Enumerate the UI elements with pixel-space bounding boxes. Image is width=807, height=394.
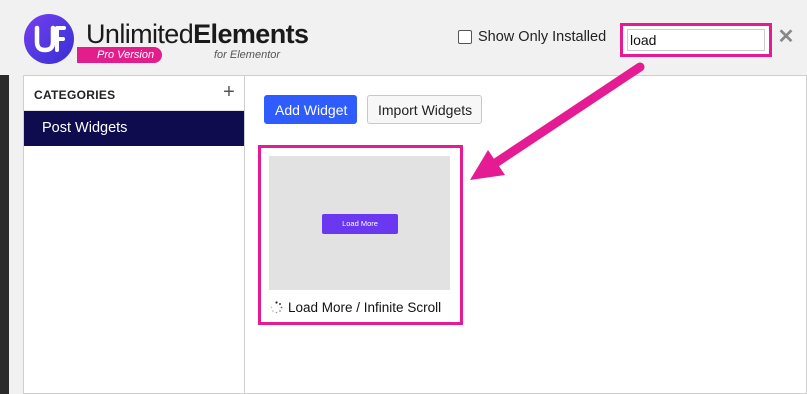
add-widget-button[interactable]: Add Widget	[264, 95, 357, 124]
show-only-installed-checkbox[interactable]	[458, 30, 472, 44]
thumbnail-load-more-button: Load More	[322, 214, 398, 234]
spinner-icon	[270, 300, 283, 314]
left-edge-strip	[0, 75, 9, 394]
brand-subtitle: for Elementor	[214, 49, 281, 61]
import-widgets-button[interactable]: Import Widgets	[367, 95, 482, 124]
brand-name-part2: Elements	[193, 19, 309, 49]
categories-sidebar: CATEGORIES + Post Widgets	[24, 76, 245, 393]
close-icon[interactable]: ✕	[777, 27, 795, 47]
brand-name-part1: Unlimited	[86, 19, 194, 49]
show-only-installed-label: Show Only Installed	[478, 29, 607, 45]
widgets-content: Add Widget Import Widgets Load More Load…	[245, 76, 806, 393]
plus-icon[interactable]: +	[220, 82, 238, 102]
sidebar-item-post-widgets[interactable]: Post Widgets	[24, 111, 244, 146]
unlimited-elements-logo-icon	[24, 14, 74, 64]
show-only-installed-toggle[interactable]: Show Only Installed	[458, 28, 606, 46]
widget-thumbnail: Load More	[269, 156, 450, 290]
widget-title: Load More / Infinite Scroll	[288, 299, 442, 315]
widget-title-row: Load More / Infinite Scroll	[270, 298, 441, 316]
widget-library-screen: UnlimitedElements Pro Version for Elemen…	[0, 0, 807, 394]
widget-card[interactable]: Load More Load More / Infinite Scroll	[258, 145, 463, 325]
widget-search-input[interactable]	[627, 29, 765, 51]
categories-title: CATEGORIES	[34, 88, 116, 102]
categories-header: CATEGORIES +	[24, 76, 244, 111]
pro-version-badge: Pro Version	[77, 47, 163, 63]
search-highlight-box	[620, 23, 772, 57]
brand-name: UnlimitedElements	[86, 19, 309, 49]
brand-logo: UnlimitedElements Pro Version for Elemen…	[24, 13, 309, 65]
main-panel: CATEGORIES + Post Widgets Add Widget Imp…	[23, 75, 807, 394]
